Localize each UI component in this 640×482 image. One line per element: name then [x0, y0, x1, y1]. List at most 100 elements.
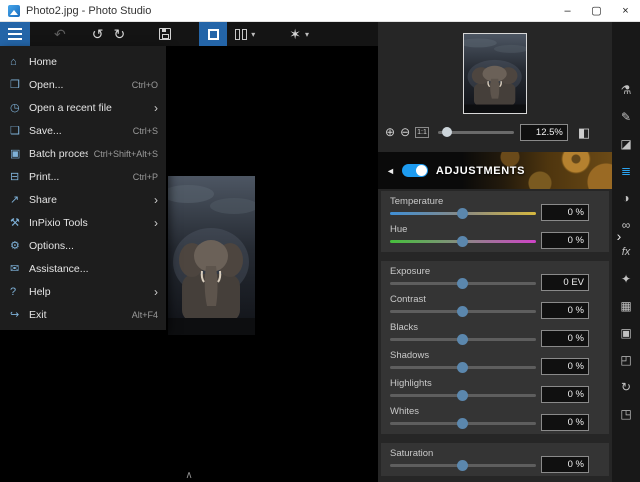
- undo-button[interactable]: ↶: [50, 22, 70, 46]
- slider-label: Temperature: [390, 196, 444, 207]
- menu-item-label: Print...: [29, 170, 60, 183]
- temperature-value-input[interactable]: 0 %: [541, 204, 589, 221]
- contrast-value-input[interactable]: 0 %: [541, 302, 589, 319]
- main-menu-button[interactable]: [0, 22, 30, 46]
- shadows-slider-handle[interactable]: [457, 362, 468, 373]
- menu-item-batch-process[interactable]: ▣ Batch process... Ctrl+Shift+Alt+S: [0, 142, 166, 165]
- frames-icon[interactable]: ▣: [616, 323, 636, 343]
- window-title: Photo2.jpg - Photo Studio: [26, 4, 152, 17]
- right-panel: ⊕ ⊖ 1:1 12.5% ◧ ◄ ADJUSTMENTS Temperature 0…: [378, 22, 612, 482]
- collapse-panel-icon[interactable]: ◄: [386, 166, 395, 176]
- menu-item-open-a-recent-file[interactable]: ◷ Open a recent file ›: [0, 96, 166, 119]
- submenu-arrow-icon: ›: [154, 215, 158, 230]
- expand-rail-icon[interactable]: ›: [612, 228, 626, 244]
- menu-item-save[interactable]: ❑ Save... Ctrl+S: [0, 119, 166, 142]
- zoom-controls: ⊕ ⊖ 1:1 12.5% ◧: [385, 122, 606, 142]
- blacks-value-input[interactable]: 0 %: [541, 330, 589, 347]
- shadows-row: Shadows 0 %: [381, 348, 609, 376]
- zoom-in-icon[interactable]: ⊕: [385, 126, 395, 138]
- hue-value-input[interactable]: 0 %: [541, 232, 589, 249]
- rotate-right-icon: ↻: [113, 26, 126, 42]
- submenu-arrow-icon: ›: [154, 100, 158, 115]
- save-button[interactable]: [155, 22, 175, 46]
- menu-item-home[interactable]: ⌂ Home: [0, 50, 166, 73]
- adjustments-icon[interactable]: ≣: [616, 161, 636, 181]
- saturation-row: Saturation 0 %: [381, 446, 609, 474]
- resize-icon[interactable]: ◳: [616, 404, 636, 424]
- saturation-value-input[interactable]: 0 %: [541, 456, 589, 473]
- view-compare-button[interactable]: ▾: [231, 22, 259, 46]
- tool-rail: ⚗ ✎ ◪ ≣ ◑ ∞ fx ✦ ▦ ▣ ◰ ↻ ◳: [612, 22, 640, 482]
- menu-item-label: Home: [29, 55, 58, 68]
- menu-item-open[interactable]: ❒ Open... Ctrl+O: [0, 73, 166, 96]
- highlights-slider-handle[interactable]: [457, 390, 468, 401]
- saturation-slider-handle[interactable]: [457, 460, 468, 471]
- menu-item-exit[interactable]: ↪ Exit Alt+F4: [0, 303, 166, 326]
- magic-wand-icon: ✶: [289, 26, 301, 42]
- rotate-icon[interactable]: ↻: [616, 377, 636, 397]
- menu-item-shortcut: Ctrl+Shift+Alt+S: [93, 148, 158, 159]
- color-lab-icon[interactable]: ⚗: [616, 80, 636, 100]
- hamburger-icon: [8, 27, 22, 42]
- menu-item-label: Help: [29, 285, 51, 298]
- window-controls: – ▢ ×: [553, 0, 640, 21]
- whites-value-input[interactable]: 0 %: [541, 414, 589, 431]
- canvas-image: [168, 176, 255, 335]
- whites-slider-handle[interactable]: [457, 418, 468, 429]
- hue-slider-handle[interactable]: [457, 236, 468, 247]
- adjustments-toggle[interactable]: [401, 164, 428, 177]
- close-button[interactable]: ×: [611, 0, 640, 21]
- split-view-icon: [235, 28, 248, 40]
- hue-row: Hue 0 %: [381, 222, 609, 250]
- shadows-value-input[interactable]: 0 %: [541, 358, 589, 375]
- eraser-icon[interactable]: ◪: [616, 134, 636, 154]
- slider-label: Highlights: [390, 378, 432, 389]
- bottom-panel-expander[interactable]: ∧: [0, 471, 378, 481]
- menu-item-label: Assistance...: [29, 262, 89, 275]
- menu-item-inpixio-tools[interactable]: ⚒ InPixio Tools ›: [0, 211, 166, 234]
- maximize-button[interactable]: ▢: [582, 0, 611, 21]
- slider-group: Exposure 0 EV Contrast 0 % Blacks 0 % Shadows 0…: [381, 261, 609, 434]
- highlights-value-input[interactable]: 0 %: [541, 386, 589, 403]
- zoom-value-input[interactable]: 12.5%: [519, 123, 568, 141]
- retouch-tools-button[interactable]: ✶ ▾: [285, 22, 313, 46]
- options-gear-icon: ⚙: [10, 240, 20, 252]
- tone-curve-icon[interactable]: ◑: [616, 188, 636, 208]
- menu-item-label: Open...: [29, 78, 64, 91]
- preview-thumbnail[interactable]: [463, 33, 527, 114]
- assistance-icon: ✉: [10, 263, 20, 275]
- zoom-actual-size-icon[interactable]: 1:1: [415, 126, 429, 138]
- temperature-row: Temperature 0 %: [381, 194, 609, 222]
- minimize-button[interactable]: –: [553, 0, 582, 21]
- menu-item-help[interactable]: ? Help ›: [0, 280, 166, 303]
- temperature-slider-handle[interactable]: [457, 208, 468, 219]
- pencil-icon[interactable]: ✎: [616, 107, 636, 127]
- exposure-value-input[interactable]: 0 EV: [541, 274, 589, 291]
- view-single-button[interactable]: [199, 22, 228, 46]
- slider-label: Exposure: [390, 266, 431, 277]
- zoom-slider[interactable]: [437, 125, 514, 139]
- menu-item-options[interactable]: ⚙ Options...: [0, 234, 166, 257]
- contrast-slider-handle[interactable]: [457, 306, 468, 317]
- menu-item-assistance[interactable]: ✉ Assistance...: [0, 257, 166, 280]
- menu-item-label: InPixio Tools: [29, 216, 88, 229]
- fit-to-screen-icon[interactable]: ◧: [578, 126, 590, 139]
- menu-item-shortcut: Ctrl+S: [132, 125, 158, 136]
- effects-fx-icon[interactable]: fx: [616, 242, 636, 262]
- magic-wand-icon[interactable]: ✦: [616, 269, 636, 289]
- recent-file-icon: ◷: [10, 102, 20, 114]
- menu-item-share[interactable]: ↗ Share ›: [0, 188, 166, 211]
- zoom-slider-handle[interactable]: [442, 127, 453, 137]
- crop-icon[interactable]: ◰: [616, 350, 636, 370]
- slider-label: Hue: [390, 224, 408, 235]
- rotate-left-icon: ↺: [91, 26, 104, 42]
- grid-icon[interactable]: ▦: [616, 296, 636, 316]
- chevron-down-icon: ▾: [251, 29, 256, 39]
- slider-label: Shadows: [390, 350, 430, 361]
- exposure-slider-handle[interactable]: [457, 278, 468, 289]
- menu-item-print[interactable]: ⊟ Print... Ctrl+P: [0, 165, 166, 188]
- rotate-right-button[interactable]: ↻: [109, 22, 129, 46]
- rotate-left-button[interactable]: ↺: [88, 22, 108, 46]
- blacks-slider-handle[interactable]: [457, 334, 468, 345]
- zoom-out-icon[interactable]: ⊖: [400, 126, 410, 138]
